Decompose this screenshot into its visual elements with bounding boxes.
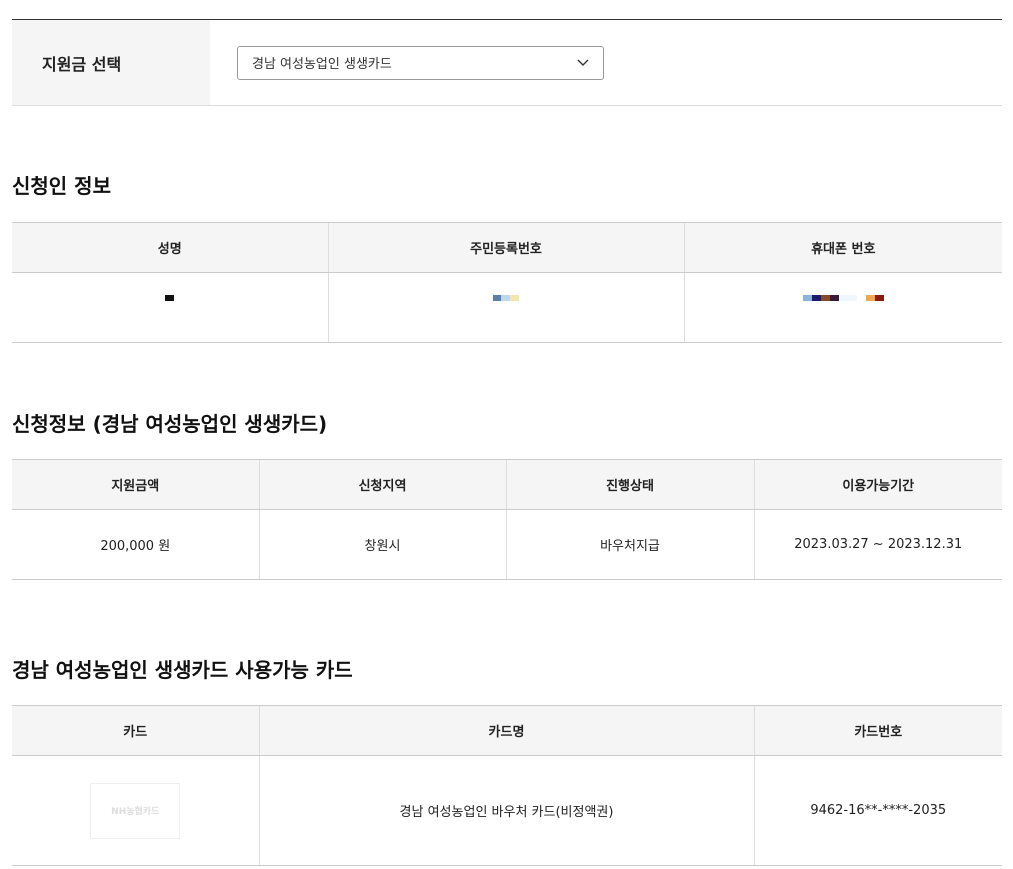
- applicant-phone-redacted: [683, 272, 1002, 343]
- application-table: 지원금액 신청지역 진행상태 이용가능기간 200,000 원 창원시 바우처지…: [12, 459, 1002, 580]
- header-phone: 휴대폰 번호: [683, 222, 1002, 273]
- table-row: [12, 272, 1002, 343]
- applicant-section-title: 신청인 정보: [12, 174, 111, 198]
- nh-card-logo: NH농협카드: [90, 782, 181, 839]
- table-row: 200,000 원 창원시 바우처지급 2023.03.27 ~ 2023.12…: [12, 509, 1002, 580]
- card-image-cell: NH농협카드: [12, 755, 259, 866]
- nh-card-logo-text: NH농협카드: [111, 807, 160, 817]
- header-status: 진행상태: [505, 459, 754, 510]
- card-number-value: 9462-16**-****-2035: [753, 755, 1002, 866]
- subsidy-select-row: 지원금 선택 경남 여성농업인 생생카드: [12, 20, 1002, 106]
- subsidy-dropdown-value: 경남 여성농업인 생생카드: [252, 57, 392, 72]
- applicant-resident-redacted: [327, 272, 684, 343]
- cards-table: 카드 카드명 카드번호 NH농협카드 경남 여성농업인 바우처 카드(비정액권)…: [12, 705, 1002, 866]
- subsidy-select-cell: 경남 여성농업인 생생카드: [210, 20, 1002, 105]
- status-value: 바우처지급: [505, 509, 754, 580]
- applicant-table: 성명 주민등록번호 휴대폰 번호: [12, 222, 1002, 343]
- table-row: NH농협카드 경남 여성농업인 바우처 카드(비정액권) 9462-16**-*…: [12, 755, 1002, 866]
- header-card-number: 카드번호: [753, 705, 1002, 756]
- header-card-name: 카드명: [258, 705, 754, 756]
- header-resident-number: 주민등록번호: [327, 222, 684, 273]
- subsidy-dropdown[interactable]: 경남 여성농업인 생생카드: [237, 45, 604, 80]
- period-value: 2023.03.27 ~ 2023.12.31: [753, 509, 1002, 580]
- header-name: 성명: [12, 222, 328, 273]
- application-section-title: 신청정보 (경남 여성농업인 생생카드): [12, 412, 328, 436]
- header-region: 신청지역: [258, 459, 506, 510]
- cards-section-title: 경남 여성농업인 생생카드 사용가능 카드: [12, 658, 353, 682]
- header-period: 이용가능기간: [753, 459, 1002, 510]
- region-value: 창원시: [258, 509, 506, 580]
- header-card: 카드: [12, 705, 259, 756]
- applicant-name-redacted: [12, 272, 328, 343]
- subsidy-select-label: 지원금 선택: [12, 20, 210, 105]
- amount-value: 200,000 원: [12, 509, 259, 580]
- header-amount: 지원금액: [12, 459, 259, 510]
- chevron-down-icon: [577, 59, 589, 66]
- card-name-value: 경남 여성농업인 바우처 카드(비정액권): [258, 755, 754, 866]
